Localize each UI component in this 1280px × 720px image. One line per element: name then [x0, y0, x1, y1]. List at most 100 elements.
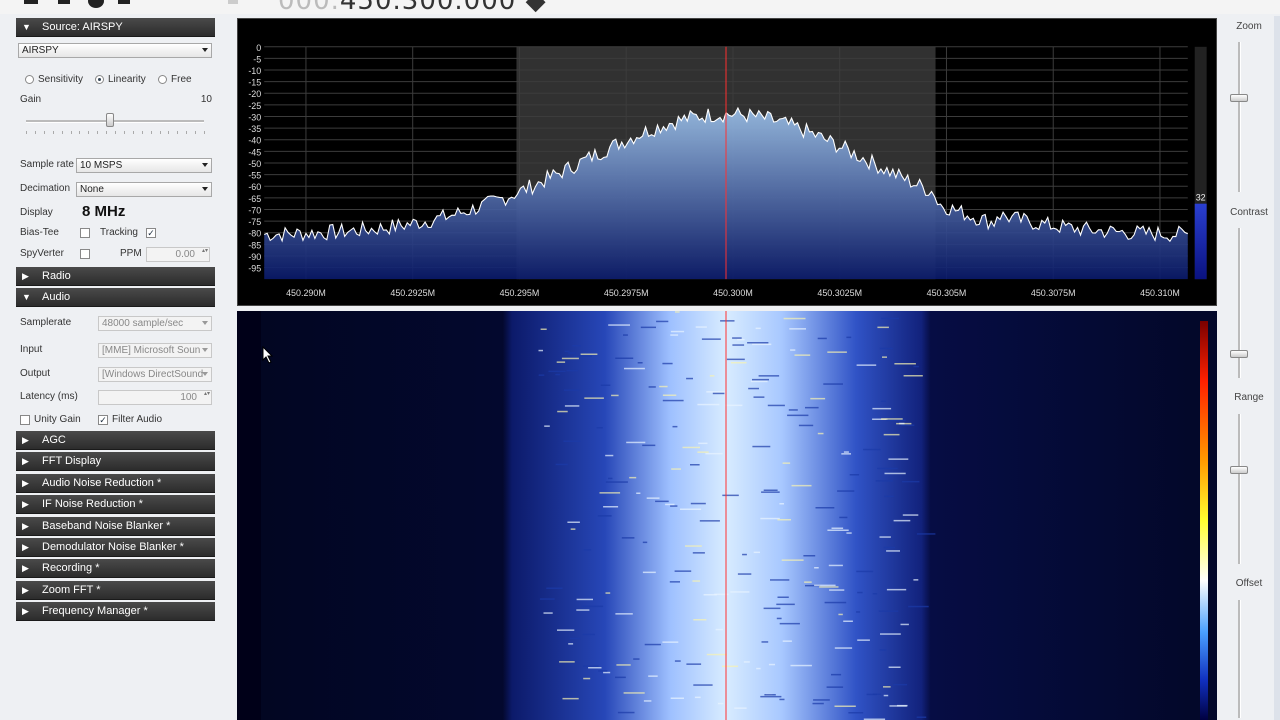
radio-section-header[interactable]: ▶ Radio	[16, 267, 215, 286]
waterfall-noise-streak	[872, 407, 892, 410]
filter-audio-checkbox[interactable]: ✓	[98, 415, 108, 425]
x-tick-label: 450.295M	[500, 288, 540, 298]
display-label: Display	[20, 207, 53, 218]
waterfall-noise-streak	[720, 320, 735, 322]
waterfall-noise-streak	[621, 537, 635, 539]
waterfall-noise-streak	[776, 603, 795, 606]
waterfall-noise-streak	[827, 529, 849, 531]
biastee-checkbox[interactable]	[80, 228, 90, 238]
waterfall-noise-streak	[674, 570, 692, 572]
waterfall-noise-streak	[559, 661, 575, 663]
waterfall-noise-streak	[819, 586, 839, 588]
gain-slider-thumb[interactable]	[105, 113, 114, 127]
tune-icon[interactable]	[228, 0, 238, 4]
device-select[interactable]: AIRSPY	[18, 43, 212, 58]
waterfall-noise-streak	[555, 463, 568, 466]
menu-icon[interactable]	[24, 0, 38, 4]
section-header-audio-noise-reduction[interactable]: ▶ Audio Noise Reduction *	[16, 473, 215, 493]
waterfall-noise-streak	[752, 378, 769, 381]
stop-icon[interactable]	[58, 0, 70, 4]
gain-slider-tick	[88, 131, 90, 134]
filter-audio-label: Filter Audio	[112, 414, 163, 425]
waterfall-noise-streak	[670, 334, 679, 336]
waterfall-noise-streak	[877, 467, 898, 470]
output-select[interactable]: [Windows DirectSound	[98, 367, 212, 382]
y-tick-label: -30	[248, 112, 261, 122]
frequency-display[interactable]: 000.450.300.000 ◆	[278, 0, 547, 14]
window-scrollbar[interactable]	[1274, 16, 1280, 720]
waterfall-noise-streak	[583, 677, 591, 680]
sample-rate-select[interactable]: 10 MSPS	[76, 158, 212, 173]
waterfall-noise-streak	[672, 425, 678, 428]
gain-slider-tick	[43, 131, 45, 134]
source-section-header[interactable]: ▼ Source: AIRSPY	[16, 18, 215, 37]
spyverter-checkbox[interactable]	[80, 249, 90, 259]
speaker-icon[interactable]	[118, 0, 130, 4]
waterfall-noise-streak	[695, 326, 707, 328]
zoom-slider-thumb[interactable]	[1230, 94, 1248, 102]
contrast-slider-thumb[interactable]	[1230, 350, 1248, 358]
waterfall-noise-streak	[777, 596, 789, 598]
offset-slider-track[interactable]	[1238, 600, 1241, 718]
waterfall-noise-streak	[752, 445, 771, 448]
waterfall-display[interactable]	[237, 311, 1217, 720]
spectrum-analyzer[interactable]: 0-5-10-15-20-25-30-35-40-45-50-55-60-65-…	[237, 18, 1217, 306]
section-header-fft-display[interactable]: ▶ FFT Display	[16, 452, 215, 472]
waterfall-noise-streak	[794, 354, 811, 356]
waterfall-noise-streak	[570, 528, 576, 530]
waterfall-noise-streak	[803, 555, 816, 557]
section-header-agc[interactable]: ▶ AGC	[16, 431, 215, 450]
waterfall-noise-streak	[880, 633, 901, 635]
gain-slider-tick	[97, 131, 99, 134]
radio-free[interactable]	[158, 75, 167, 84]
waterfall-noise-streak	[603, 671, 611, 674]
display-area: 0 -5 -10 -15 -20 -25 -30 -35 -40 -45 -50 -55 -60 -65-…	[237, 18, 1217, 720]
decimation-select[interactable]: None	[76, 182, 212, 197]
radio-linearity[interactable]	[95, 75, 104, 84]
gain-slider-track[interactable]	[26, 120, 204, 123]
samplerate-select[interactable]: 48000 sample/sec	[98, 316, 212, 331]
zoom-slider-track[interactable]	[1238, 42, 1241, 192]
tracking-checkbox[interactable]: ✓	[146, 228, 156, 238]
waterfall-noise-streak	[564, 350, 570, 353]
section-header-baseband-noise-blanker[interactable]: ▶ Baseband Noise Blanker *	[16, 516, 215, 536]
input-select[interactable]: [MME] Microsoft Soun	[98, 343, 212, 358]
gain-slider-tick	[115, 131, 116, 134]
section-header-frequency-manager[interactable]: ▶ Frequency Manager *	[16, 602, 215, 622]
range-slider-thumb[interactable]	[1230, 466, 1248, 474]
range-slider-track[interactable]	[1238, 414, 1241, 564]
waterfall-noise-streak	[903, 375, 923, 377]
waterfall-noise-streak	[557, 410, 568, 413]
gain-slider-tick	[141, 131, 143, 134]
unity-gain-checkbox[interactable]	[20, 415, 30, 425]
gear-icon[interactable]	[88, 0, 104, 8]
section-header-zoom-fft[interactable]: ▶ Zoom FFT *	[16, 580, 215, 600]
waterfall-color-scale	[1200, 321, 1208, 720]
section-header-demodulator-noise-blanker[interactable]: ▶ Demodulator Noise Blanker *	[16, 538, 215, 557]
waterfall-noise-streak	[894, 363, 916, 365]
waterfall-noise-streak	[732, 337, 742, 339]
waterfall-noise-streak	[760, 695, 782, 698]
ppm-spinner[interactable]: 0.00	[146, 247, 210, 262]
audio-section-header[interactable]: ▼ Audio	[16, 288, 215, 307]
section-header-recording[interactable]: ▶ Recording *	[16, 559, 215, 579]
waterfall-noise-streak	[706, 391, 725, 393]
waterfall-noise-streak	[615, 357, 634, 359]
step-arrows-icon[interactable]: ◆	[526, 0, 547, 14]
waterfall-noise-streak	[913, 579, 919, 581]
waterfall-noise-streak	[563, 440, 581, 442]
waterfall-noise-streak	[841, 453, 851, 455]
waterfall-noise-streak	[555, 373, 561, 376]
display-controls: Zoom Contrast Range Offset	[1218, 16, 1280, 720]
waterfall-noise-streak	[617, 711, 635, 714]
section-header-if-noise-reduction[interactable]: ▶ IF Noise Reduction *	[16, 495, 215, 515]
waterfall-noise-streak	[843, 620, 853, 622]
waterfall-noise-streak	[698, 442, 708, 445]
radio-sensitivity[interactable]	[25, 75, 34, 84]
waterfall-noise-streak	[605, 481, 628, 483]
waterfall-noise-streak	[908, 605, 929, 608]
biastee-label: Bias-Tee	[20, 227, 59, 238]
latency-spinner[interactable]: 100	[98, 390, 212, 405]
waterfall-noise-streak	[742, 553, 747, 556]
waterfall-noise-streak	[857, 639, 870, 641]
